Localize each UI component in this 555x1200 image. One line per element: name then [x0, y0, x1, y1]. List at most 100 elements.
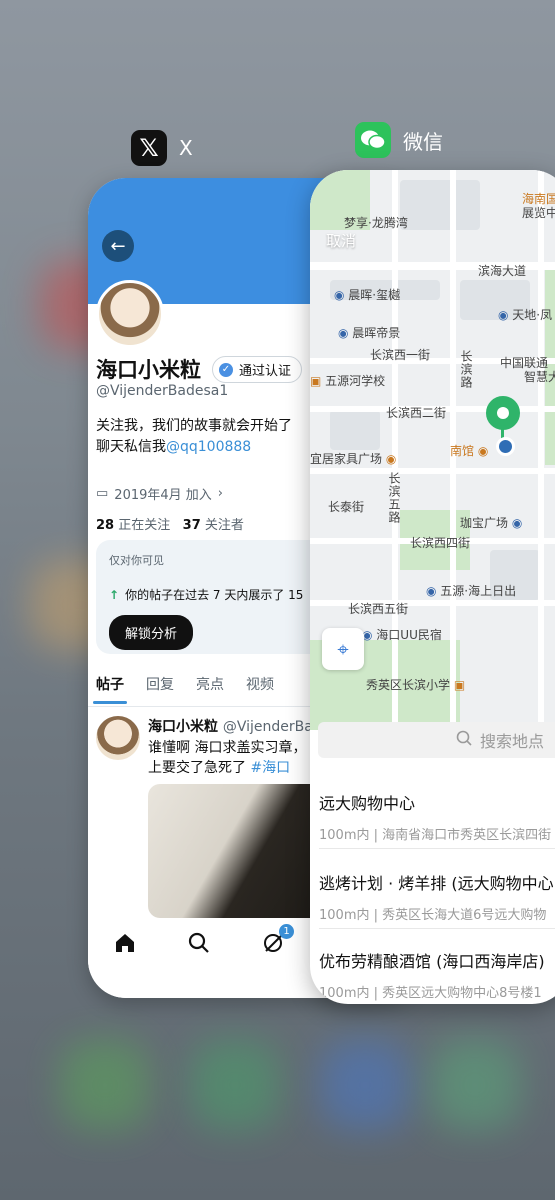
dock-app-blur: [60, 1040, 150, 1130]
app-header-wechat[interactable]: 微信: [355, 122, 443, 158]
verified-button[interactable]: ✓ 通过认证: [212, 356, 303, 383]
map-label: ◉ 晨晖·玺樾: [334, 288, 401, 302]
unlock-analytics-button[interactable]: 解锁分析: [109, 615, 194, 650]
search-placeholder: 搜索地点: [480, 732, 545, 751]
map-label-text: 五源河学校: [325, 374, 386, 388]
map-label: 长滨西四街: [410, 536, 471, 550]
bio-mention-link[interactable]: @qq100888: [166, 439, 251, 455]
search-icon[interactable]: [188, 932, 210, 960]
map-label-text: 宜居家具广场: [310, 452, 383, 466]
search-input[interactable]: 搜索地点: [318, 722, 555, 758]
wechat-app-card[interactable]: 梦享·龙腾湾 海南国 展览中 滨海大道 ◉ 晨晖·玺樾 ◉ 天地·凤 ◉ 晨晖帝…: [310, 170, 555, 1004]
post-text-line-2: 上要交了急死了: [148, 760, 246, 776]
followers-count[interactable]: 37: [183, 518, 201, 533]
map-label: 梦享·龙腾湾: [344, 216, 408, 230]
profile-avatar[interactable]: [96, 280, 164, 348]
joined-date[interactable]: ▭ 2019年4月 加入 ›: [96, 484, 223, 503]
dock-app-blur: [320, 1040, 410, 1130]
map-label-text: 晨晖帝景: [352, 326, 401, 340]
place-title: 优布劳精酿酒馆 (海口西海岸店): [319, 952, 545, 971]
app-header-x[interactable]: 𝕏 X: [131, 130, 193, 166]
impressions-text: 你的帖子在过去 7 天内展示了 15: [125, 588, 304, 602]
place-item[interactable]: 逃烤计划 · 烤羊排 (远大购物中心 100m内 | 秀英区长海大道6号远大购物: [319, 870, 555, 923]
place-title: 逃烤计划 · 烤羊排 (远大购物中心: [319, 874, 554, 893]
place-item[interactable]: 优布劳精酿酒馆 (海口西海岸店) 100m内 | 秀英区远大购物中心8号楼1: [319, 948, 555, 1001]
map-label: 展览中: [522, 206, 555, 220]
map-label: 滨海大道: [478, 264, 527, 278]
list-divider: [319, 848, 555, 849]
notification-badge: 1: [279, 924, 294, 939]
home-icon[interactable]: [114, 932, 136, 960]
dock-app-blur: [190, 1040, 280, 1130]
map-road: [310, 468, 555, 474]
map-label: ◉ 天地·凤: [498, 308, 553, 322]
map-block: [330, 410, 380, 450]
dock-app-blur: [430, 1040, 520, 1130]
map-label: 长滨五路: [387, 472, 401, 524]
place-address: 100m内 | 秀英区长海大道6号远大购物: [319, 908, 547, 923]
place-address: 100m内 | 海南省海口市秀英区长滨四街: [319, 828, 552, 843]
map-label: 长滨路: [459, 350, 473, 389]
map-label: 珈宝广场 ◉: [460, 516, 523, 530]
map-label: ◉ 海口UU民宿: [362, 628, 442, 642]
tab-posts[interactable]: 帖子: [93, 674, 127, 704]
profile-bio: 关注我，我们的故事就会开始了 聊天私信我@qq100888: [96, 416, 326, 458]
map-label: ◉ 五源·海上日出: [426, 584, 517, 598]
x-logo-icon: 𝕏: [131, 130, 167, 166]
tab-replies[interactable]: 回复: [146, 674, 174, 694]
profile-name: 海口小米粒: [96, 358, 201, 382]
map-label-text: 天地·凤: [512, 308, 553, 322]
map-label: 南馆 ◉: [450, 444, 489, 458]
app-name-wechat: 微信: [403, 129, 443, 154]
tab-videos[interactable]: 视频: [246, 674, 274, 694]
post-author: 海口小米粒 @VijenderBad: [148, 716, 322, 736]
wechat-logo-icon: [355, 122, 391, 158]
cancel-button[interactable]: 取消: [326, 230, 356, 251]
private-label: 仅对你可见: [109, 554, 164, 567]
profile-handle: @VijenderBadesa1: [96, 383, 229, 399]
search-icon: [456, 730, 472, 750]
map-label: 长滨西二街: [386, 406, 447, 420]
profile-tabs: 帖子 回复 亮点 视频: [93, 674, 274, 704]
location-map[interactable]: 梦享·龙腾湾 海南国 展览中 滨海大道 ◉ 晨晖·玺樾 ◉ 天地·凤 ◉ 晨晖帝…: [310, 170, 555, 730]
place-address: 100m内 | 秀英区远大购物中心8号楼1: [319, 986, 542, 1001]
impressions-stat: ↑ 你的帖子在过去 7 天内展示了 15: [109, 586, 303, 603]
location-pin-icon[interactable]: [486, 396, 520, 430]
map-block: [400, 180, 480, 230]
post-hashtag[interactable]: #海口: [250, 760, 290, 776]
map-label-text: 秀英区长滨小学: [366, 678, 451, 692]
map-label-text: 海口UU民宿: [376, 628, 442, 642]
map-label-text: 五源·海上日出: [440, 584, 517, 598]
app-name-x: X: [179, 136, 193, 160]
map-label: 宜居家具广场 ◉: [310, 452, 397, 466]
map-label: 长滨西五街: [348, 602, 409, 616]
map-label-text: 晨晖·玺樾: [348, 288, 401, 302]
crosshair-icon: ⌖: [337, 637, 349, 661]
place-title: 远大购物中心: [319, 794, 416, 813]
tab-highlights[interactable]: 亮点: [196, 674, 224, 694]
verified-check-icon: ✓: [219, 362, 233, 377]
post-avatar[interactable]: [96, 716, 140, 760]
current-position-dot: [496, 437, 515, 456]
map-label: 智慧大: [524, 370, 555, 384]
grok-icon[interactable]: 1: [262, 924, 294, 960]
verified-label: 通过认证: [239, 364, 292, 379]
locate-me-button[interactable]: ⌖: [322, 628, 364, 670]
bio-line-1: 关注我，我们的故事就会开始了: [96, 418, 292, 434]
map-label: 长泰街: [328, 500, 365, 514]
map-label-text: 珈宝广场: [460, 516, 509, 530]
place-item[interactable]: 远大购物中心 100m内 | 海南省海口市秀英区长滨四街: [319, 790, 555, 843]
map-road: [310, 600, 555, 606]
post-author-name: 海口小米粒: [148, 719, 218, 735]
map-label: ◉ 晨晖帝景: [338, 326, 401, 340]
map-label: 秀英区长滨小学 ▣: [366, 678, 466, 692]
back-arrow-icon[interactable]: ←: [102, 230, 134, 262]
post-author-handle: @VijenderBad: [222, 719, 322, 735]
map-road: [538, 170, 544, 730]
followers-label[interactable]: 关注者: [205, 518, 244, 533]
chevron-right-icon: ›: [217, 486, 223, 501]
map-label-text: 南馆: [450, 444, 475, 458]
following-count[interactable]: 28: [96, 518, 114, 533]
follow-stats: 28 正在关注 37 关注者: [96, 514, 244, 533]
following-label[interactable]: 正在关注: [118, 518, 170, 533]
